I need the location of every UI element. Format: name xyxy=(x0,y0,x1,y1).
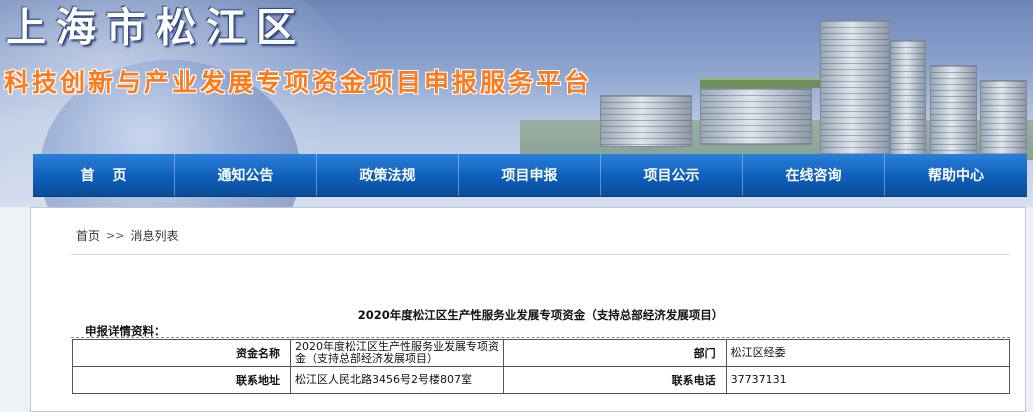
building-graphic xyxy=(890,40,926,157)
platform-title: 科技创新与产业发展专项资金项目申报服务平台 xyxy=(4,68,593,97)
address-label: 联系地址 xyxy=(72,366,291,394)
detail-title: 2020年度松江区生产性服务业发展专项资金（支持总部经济发展项目） xyxy=(357,308,724,322)
department-label: 部门 xyxy=(502,339,727,367)
divider xyxy=(71,254,1010,255)
phone-label: 联系电话 xyxy=(502,366,727,394)
phone-value: 37737131 xyxy=(725,366,1011,394)
breadcrumb-current: 消息列表 xyxy=(130,229,179,243)
table-row: 联系地址 松江区人民北路3456号2号楼807室 联系电话 37737131 xyxy=(72,366,1011,394)
nav-project-publicity[interactable]: 项目公示 xyxy=(601,154,743,196)
fund-name-label: 资金名称 xyxy=(72,339,291,367)
building-graphic xyxy=(820,20,890,157)
breadcrumb-separator: >> xyxy=(106,229,125,242)
nav-notices[interactable]: 通知公告 xyxy=(175,154,317,196)
nav-home[interactable]: 首页 xyxy=(33,154,175,196)
breadcrumb-home-link[interactable]: 首页 xyxy=(76,227,100,244)
building-graphic xyxy=(700,88,812,145)
breadcrumb: 首页 >> 消息列表 xyxy=(76,227,178,244)
detail-table: 资金名称 2020年度松江区生产性服务业发展专项资金（支持总部经济发展项目） 部… xyxy=(72,339,1011,394)
department-value: 松江区经委 xyxy=(725,339,1011,367)
address-value: 松江区人民北路3456号2号楼807室 xyxy=(289,366,504,394)
building-graphic xyxy=(980,80,1027,157)
building-graphic xyxy=(600,95,692,147)
nav-project-apply[interactable]: 项目申报 xyxy=(459,154,601,196)
building-graphic xyxy=(930,65,977,157)
content-panel: 首页 >> 消息列表 2020年度松江区生产性服务业发展专项资金（支持总部经济发… xyxy=(30,207,1026,412)
skybridge-graphic xyxy=(700,78,840,88)
table-row: 资金名称 2020年度松江区生产性服务业发展专项资金（支持总部经济发展项目） 部… xyxy=(72,339,1011,367)
nav-policies[interactable]: 政策法规 xyxy=(317,154,459,196)
nav-help-center[interactable]: 帮助中心 xyxy=(885,154,1027,196)
fund-name-value: 2020年度松江区生产性服务业发展专项资金（支持总部经济发展项目） xyxy=(289,339,504,367)
nav-online-consult[interactable]: 在线咨询 xyxy=(743,154,885,196)
district-title: 上海市松江区 xyxy=(6,4,306,51)
section-label: 申报详情资料： xyxy=(71,324,1010,338)
main-nav: 首页 通知公告 政策法规 项目申报 项目公示 在线咨询 帮助中心 xyxy=(33,154,1027,196)
